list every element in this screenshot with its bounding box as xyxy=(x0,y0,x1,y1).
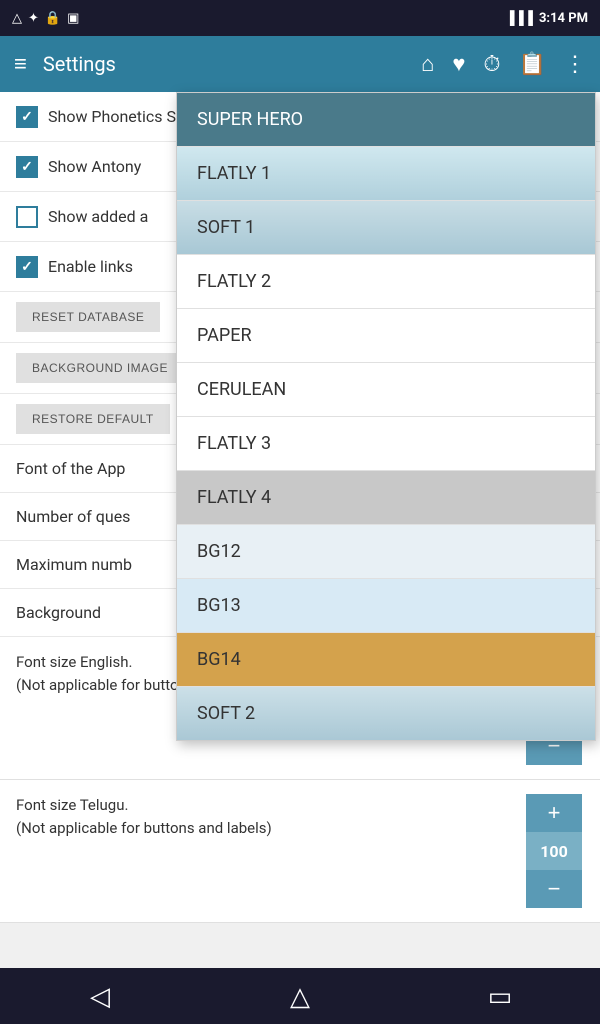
home-icon[interactable]: ⌂ xyxy=(421,51,434,77)
fontsize-telugu-value: 100 xyxy=(526,832,582,870)
fontsize-telugu-minus[interactable]: − xyxy=(526,870,582,908)
bottom-nav: ◁ △ ▭ xyxy=(0,968,600,1024)
dropdown-item-bg13[interactable]: BG13 xyxy=(177,579,595,633)
added-checkbox[interactable] xyxy=(16,206,38,228)
dropdown-item-flatly4[interactable]: FLATLY 4 xyxy=(177,471,595,525)
dropdown-item-soft1[interactable]: SOFT 1 xyxy=(177,201,595,255)
recents-icon: ▭ xyxy=(488,981,513,1012)
sim-icon: △ xyxy=(12,11,22,26)
fontsize-telugu-controls: + 100 − xyxy=(524,794,584,908)
dropdown-item-flatly3[interactable]: FLATLY 3 xyxy=(177,417,595,471)
num-ques-label: Number of ques xyxy=(16,507,130,526)
added-text: Show added a xyxy=(48,207,148,226)
clipboard-icon[interactable]: 📋 xyxy=(519,52,546,77)
links-checkbox[interactable]: ✓ xyxy=(16,256,38,278)
antony-text: Show Antony xyxy=(48,157,141,176)
signal-icon: ▐▐▐ xyxy=(505,10,533,26)
status-left: △ ✦ 🔒 ▣ xyxy=(12,11,79,26)
dropdown-item-cerulean[interactable]: CERULEAN xyxy=(177,363,595,417)
status-right: ▐▐▐ 3:14 PM xyxy=(505,10,588,26)
max-num-label: Maximum numb xyxy=(16,555,132,574)
links-label[interactable]: ✓ Enable links xyxy=(16,256,133,278)
time-display: 3:14 PM xyxy=(539,11,588,26)
font-app-label: Font of the App xyxy=(16,459,125,478)
fontsize-telugu-label: Font size Telugu. (Not applicable for bu… xyxy=(16,794,272,839)
menu-icon[interactable]: ≡ xyxy=(14,51,27,77)
home-button[interactable]: △ xyxy=(270,968,330,1024)
back-button[interactable]: ◁ xyxy=(70,968,130,1024)
fontsize-telugu-section: Font size Telugu. (Not applicable for bu… xyxy=(0,780,600,923)
toolbar-icons: ⌂ ♥ ⏱ 📋 ⋮ xyxy=(421,51,586,77)
history-icon[interactable]: ⏱ xyxy=(483,52,500,77)
background-label: Background xyxy=(16,603,101,622)
battery-small-icon: ▣ xyxy=(67,11,79,26)
antony-label[interactable]: ✓ Show Antony xyxy=(16,156,141,178)
added-label[interactable]: Show added a xyxy=(16,206,148,228)
dropdown-item-bg12[interactable]: BG12 xyxy=(177,525,595,579)
recents-button[interactable]: ▭ xyxy=(470,968,530,1024)
dropdown-item-flatly2[interactable]: FLATLY 2 xyxy=(177,255,595,309)
fontsize-telugu-plus[interactable]: + xyxy=(526,794,582,832)
back-icon: ◁ xyxy=(90,981,110,1012)
dropdown-item-bg14[interactable]: BG14 xyxy=(177,633,595,687)
dropdown-item-soft2[interactable]: SOFT 2 xyxy=(177,687,595,740)
dropdown-item-super-hero[interactable]: SUPER HERO xyxy=(177,93,595,147)
toolbar-title: Settings xyxy=(43,52,405,76)
home-nav-icon: △ xyxy=(290,981,310,1012)
status-bar: △ ✦ 🔒 ▣ ▐▐▐ 3:14 PM xyxy=(0,0,600,36)
dropdown-item-flatly1[interactable]: FLATLY 1 xyxy=(177,147,595,201)
more-icon[interactable]: ⋮ xyxy=(564,52,586,77)
restore-default-button[interactable]: RESTORE DEFAULT xyxy=(16,404,170,434)
phonetics-checkbox[interactable]: ✓ xyxy=(16,106,38,128)
background-image-button[interactable]: BACKGROUND IMAGE xyxy=(16,353,184,383)
antony-checkbox[interactable]: ✓ xyxy=(16,156,38,178)
links-text: Enable links xyxy=(48,257,133,276)
dropdown-item-paper[interactable]: PAPER xyxy=(177,309,595,363)
lock-icon: 🔒 xyxy=(45,11,61,26)
settings-content: ✓ Show Phonetics Symbols ✓ Show Antony S… xyxy=(0,92,600,923)
theme-dropdown[interactable]: SUPER HERO FLATLY 1 SOFT 1 FLATLY 2 PAPE… xyxy=(176,92,596,741)
toolbar: ≡ Settings ⌂ ♥ ⏱ 📋 ⋮ xyxy=(0,36,600,92)
bluetooth-icon: ✦ xyxy=(28,11,39,26)
reset-database-button[interactable]: RESET DATABASE xyxy=(16,302,160,332)
heart-icon[interactable]: ♥ xyxy=(452,51,465,77)
